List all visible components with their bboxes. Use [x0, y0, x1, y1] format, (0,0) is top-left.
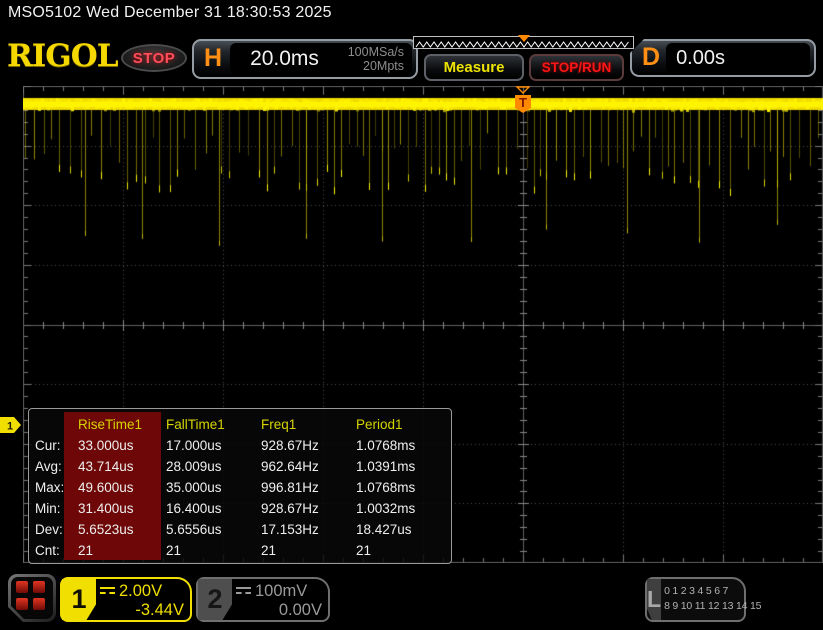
- menu-square: [16, 581, 28, 593]
- meas-col-header[interactable]: FallTime1: [164, 414, 259, 435]
- delay-value: 0.00s: [676, 47, 725, 70]
- meas-col-header[interactable]: Period1: [354, 414, 449, 435]
- delay-panel[interactable]: D 0.00s: [630, 39, 816, 77]
- meas-value: 21: [69, 540, 164, 561]
- channel1-number[interactable]: 1: [62, 579, 96, 620]
- channel2-values: 100mV 0.00V: [232, 579, 328, 620]
- delay-label: D: [636, 43, 666, 74]
- quick-menu-button[interactable]: [8, 574, 56, 622]
- meas-value: 5.6556us: [164, 519, 259, 540]
- meas-col-header[interactable]: Freq1: [259, 414, 354, 435]
- rigol-logo: RIGOL: [7, 38, 118, 74]
- channel1-scale: 2.00V: [119, 582, 162, 600]
- meas-row-label: Max:: [33, 477, 69, 498]
- meas-value: 35.000us: [164, 477, 259, 498]
- dc-coupling-icon: [100, 587, 115, 596]
- memory-depth: 20Mpts: [363, 59, 404, 73]
- preview-position-icon[interactable]: [518, 35, 530, 42]
- meas-row-label: Min:: [33, 498, 69, 519]
- channel2-number[interactable]: 2: [198, 579, 232, 620]
- meas-value: 18.427us: [354, 519, 449, 540]
- meas-value: 5.6523us: [69, 519, 164, 540]
- meas-value: 1.0391ms: [354, 456, 449, 477]
- meas-value: 43.714us: [69, 456, 164, 477]
- meas-value: 21: [354, 540, 449, 561]
- logic-channels-box[interactable]: L 0 1 2 3 4 5 6 7 8 9 10 11 12 13 14 15: [645, 577, 746, 622]
- channel2-offset: 0.00V: [236, 601, 322, 620]
- meas-value: 16.400us: [164, 498, 259, 519]
- acquisition-info: 100MSa/s 20Mpts: [348, 45, 406, 74]
- horizontal-timebase-panel[interactable]: H 20.0ms 100MSa/s 20Mpts: [192, 39, 418, 79]
- meas-row-label: Cur:: [33, 435, 69, 456]
- stop-run-button[interactable]: STOP/RUN: [529, 54, 624, 81]
- meas-value: 1.0768ms: [354, 435, 449, 456]
- measurement-table: RiseTime1 FallTime1 Freq1 Period1 Cur: 3…: [28, 408, 452, 564]
- horizontal-inner: 20.0ms 100MSa/s 20Mpts: [230, 43, 412, 75]
- logic-channel-numbers: 0 1 2 3 4 5 6 7 8 9 10 11 12 13 14 15: [661, 579, 761, 620]
- channel1-offset-marker[interactable]: 1: [0, 417, 22, 434]
- logic-row1: 0 1 2 3 4 5 6 7: [664, 585, 728, 597]
- channel1-values: 2.00V -3.44V: [96, 579, 190, 620]
- channel1-offset: -3.44V: [100, 601, 184, 620]
- meas-value: 21: [164, 540, 259, 561]
- meas-value: 17.153Hz: [259, 519, 354, 540]
- channel1-status-box[interactable]: 1 2.00V -3.44V: [60, 577, 192, 622]
- sample-rate: 100MSa/s: [348, 45, 404, 59]
- meas-corner: [33, 414, 69, 435]
- menu-squares-icon: [11, 577, 53, 619]
- meas-value: 962.64Hz: [259, 456, 354, 477]
- meas-value: 928.67Hz: [259, 498, 354, 519]
- system-title: MSO5102 Wed December 31 18:30:53 2025: [8, 4, 332, 22]
- timebase-value: 20.0ms: [236, 47, 319, 71]
- meas-value: 928.67Hz: [259, 435, 354, 456]
- channel1-marker-number: 1: [7, 421, 13, 433]
- logic-label[interactable]: L: [647, 579, 661, 620]
- meas-value: 28.009us: [164, 456, 259, 477]
- meas-value: 17.000us: [164, 435, 259, 456]
- logic-row2: 8 9 10 11 12 13 14 15: [664, 600, 761, 612]
- dc-coupling-icon: [236, 587, 251, 596]
- menu-square: [16, 598, 28, 610]
- meas-value: 1.0032ms: [354, 498, 449, 519]
- delay-inner: 0.00s: [666, 43, 810, 73]
- meas-value: 31.400us: [69, 498, 164, 519]
- meas-value: 33.000us: [69, 435, 164, 456]
- run-state-badge: STOP: [121, 44, 187, 72]
- measurement-grid: RiseTime1 FallTime1 Freq1 Period1 Cur: 3…: [33, 414, 449, 561]
- horizontal-label: H: [198, 44, 228, 75]
- meas-row-label: Cnt:: [33, 540, 69, 561]
- meas-row-label: Dev:: [33, 519, 69, 540]
- meas-row-label: Avg:: [33, 456, 69, 477]
- meas-col-header[interactable]: RiseTime1: [69, 414, 164, 435]
- menu-square: [33, 581, 45, 593]
- trigger-letter: T: [519, 95, 527, 110]
- measure-button[interactable]: Measure: [424, 54, 524, 81]
- waveform-preview-strip[interactable]: [413, 36, 634, 49]
- oscilloscope-screen: MSO5102 Wed December 31 18:30:53 2025 RI…: [0, 0, 823, 630]
- menu-square: [33, 598, 45, 610]
- meas-value: 49.600us: [69, 477, 164, 498]
- meas-value: 996.81Hz: [259, 477, 354, 498]
- trigger-position-marker[interactable]: T: [514, 86, 532, 114]
- channel2-scale: 100mV: [255, 582, 307, 600]
- meas-value: 1.0768ms: [354, 477, 449, 498]
- channel2-status-box[interactable]: 2 100mV 0.00V: [196, 577, 330, 622]
- meas-value: 21: [259, 540, 354, 561]
